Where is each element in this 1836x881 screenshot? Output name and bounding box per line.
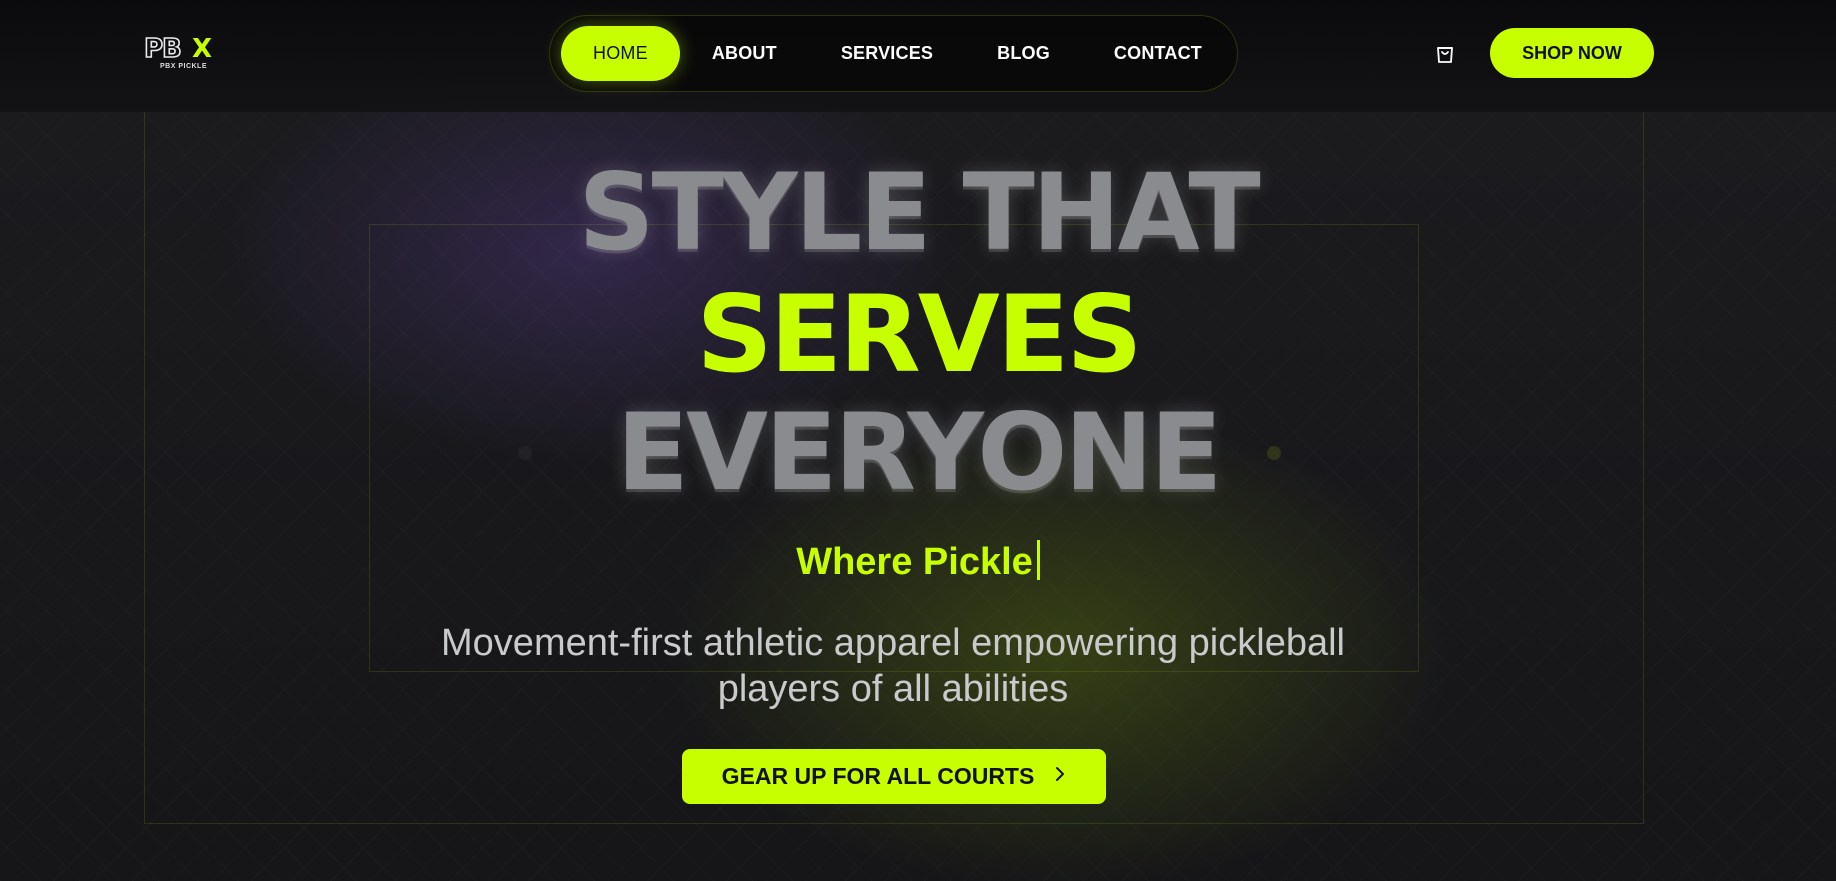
shopping-bag-icon[interactable] [1434,43,1456,65]
main-nav: HOME ABOUT SERVICES BLOG CONTACT [549,15,1238,92]
hero-headline-line3: EVERYONE [616,391,1223,514]
logo-subtitle: PBX PICKLE [160,63,208,70]
cta-label: GEAR UP FOR ALL COURTS [721,763,1035,789]
hero-headline-line2: SERVES [696,273,1142,396]
gear-up-button[interactable]: GEAR UP FOR ALL COURTS [682,749,1106,804]
typing-cursor [1036,540,1040,580]
nav-item-about[interactable]: ABOUT [680,26,809,81]
tagline-text: Where Pickle [796,541,1033,583]
logo[interactable]: PB X PBX PICKLE [143,33,224,74]
hero-tagline: Where Pickle [0,540,1836,584]
hero-subtitle: Movement-first athletic apparel empoweri… [441,622,1345,710]
nav-item-blog[interactable]: BLOG [965,26,1082,81]
site-header: PB X PBX PICKLE HOME ABOUT SERVICES BLOG… [0,0,1836,112]
logo-x-mark: X [192,34,213,64]
logo-mark: PB [143,33,182,65]
chevron-right-icon [1054,765,1066,788]
nav-item-services[interactable]: SERVICES [809,26,965,81]
nav-item-home[interactable]: HOME [561,26,680,81]
hero-headline-line1: STYLE THAT [578,151,1260,274]
shop-now-button[interactable]: SHOP NOW [1490,28,1654,78]
nav-item-contact[interactable]: CONTACT [1082,26,1234,81]
